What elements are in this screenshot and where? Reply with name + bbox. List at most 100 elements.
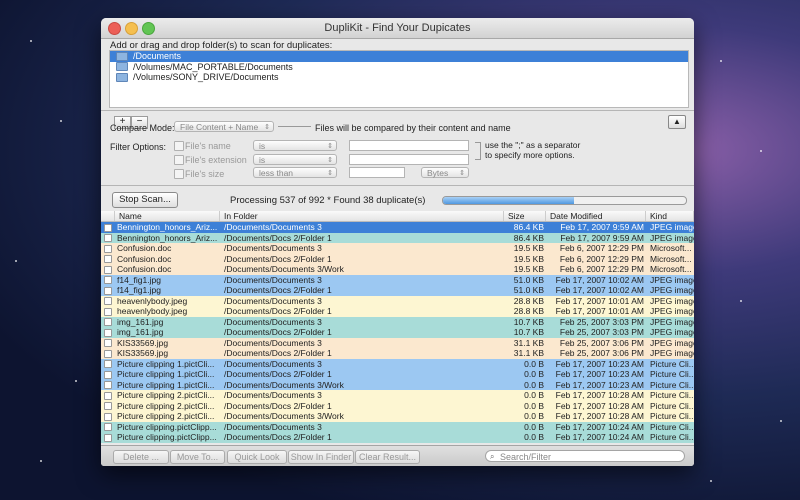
row-checkbox[interactable] (101, 317, 115, 328)
table-row[interactable]: f14_fig1.jpg/Documents/Documents 3 51.0 K… (101, 274, 694, 286)
checkbox[interactable] (104, 349, 112, 358)
folder-cell: /Documents/Documents 3/Work (224, 379, 344, 390)
zoom-window-button[interactable] (142, 22, 155, 35)
folder-column-header[interactable]: In Folder (220, 211, 504, 221)
close-window-button[interactable] (108, 22, 121, 35)
checkbox[interactable] (104, 297, 112, 305)
row-checkbox[interactable] (101, 327, 115, 338)
row-checkbox[interactable] (101, 254, 115, 265)
filename-operator-select[interactable]: is ⇕ (253, 140, 337, 151)
quick-look-button[interactable]: Quick Look (227, 450, 287, 464)
table-row[interactable]: heavenlybody.jpeg/Documents/Documents 3 2… (101, 295, 694, 307)
row-checkbox[interactable] (101, 422, 115, 433)
name-column-header[interactable]: Name (115, 211, 220, 221)
stop-scan-button[interactable]: Stop Scan... (112, 192, 178, 208)
row-checkbox[interactable] (101, 285, 115, 296)
collapse-button[interactable]: ▲ (668, 115, 686, 129)
size-unit-select[interactable]: Bytes ⇕ (421, 167, 469, 178)
extension-field[interactable] (349, 154, 469, 165)
checkbox[interactable] (104, 370, 112, 379)
date-column-header[interactable]: Date Modified (546, 211, 646, 221)
table-row[interactable]: heavenlybody.jpeg/Documents/Docs 2/Folde… (101, 306, 694, 317)
table-row[interactable]: f14_fig1.jpg/Documents/Docs 2/Folder 1 51… (101, 285, 694, 296)
row-checkbox[interactable] (101, 243, 115, 254)
table-row[interactable]: Picture clipping.pictClipp... /Documents/… (101, 421, 694, 433)
table-row[interactable]: Confusion.doc/Documents/Documents 3 19.5 … (101, 243, 694, 254)
checkbox[interactable] (104, 265, 112, 274)
size-column-header[interactable]: Size (504, 211, 546, 221)
checkbox[interactable] (104, 318, 112, 326)
row-checkbox[interactable] (101, 390, 115, 401)
row-checkbox[interactable] (101, 432, 115, 443)
row-checkbox[interactable] (101, 380, 115, 391)
table-row[interactable]: Picture clipping 2.pictCli... /Documents/… (101, 400, 694, 412)
show-in-finder-button[interactable]: Show In Finder (288, 450, 354, 464)
table-row[interactable]: img_161.jpg/Documents/Docs 2/Folder 1 10.… (101, 327, 694, 338)
row-checkbox[interactable] (101, 359, 115, 370)
row-checkbox[interactable] (101, 369, 115, 380)
size-field[interactable] (349, 167, 405, 178)
kind-column-header[interactable]: Kind (646, 211, 694, 221)
row-checkbox[interactable] (101, 222, 115, 233)
filename-field[interactable] (349, 140, 469, 151)
checkbox[interactable] (104, 223, 112, 232)
compare-mode-label: Compare Mode: (110, 123, 175, 133)
row-checkbox[interactable] (101, 275, 115, 286)
delete-button[interactable]: Delete ... (113, 450, 169, 464)
file-name-cell: Picture clipping.pictClipp... (117, 432, 217, 442)
row-checkbox[interactable] (101, 348, 115, 359)
checkbox[interactable] (104, 328, 112, 337)
checkbox[interactable] (104, 234, 112, 242)
table-row[interactable]: Bennington_honors_Ariz... /Documents/Docs… (101, 232, 694, 244)
table-row[interactable]: Picture clipping 2.pictCli... /Documents/… (101, 411, 694, 422)
search-field[interactable]: ⌕ Search/Filter (485, 450, 685, 462)
checkbox[interactable] (104, 286, 112, 295)
size-checkbox[interactable] (174, 169, 184, 179)
row-checkbox[interactable] (101, 338, 115, 349)
table-row[interactable]: Bennington_honors_Ariz... /Documents/Docu… (101, 222, 694, 233)
checkbox[interactable] (104, 255, 112, 263)
move-to-button[interactable]: Move To... (170, 450, 225, 464)
checkbox-column-header[interactable] (101, 211, 115, 221)
row-checkbox[interactable] (101, 401, 115, 412)
folder-item[interactable]: /Documents (110, 51, 688, 62)
table-row[interactable]: Confusion.doc/Documents/Documents 3/Work… (101, 264, 694, 275)
checkbox[interactable] (104, 412, 112, 421)
checkbox[interactable] (104, 433, 112, 442)
table-row[interactable]: Picture clipping.pictClipp... /Documents/… (101, 432, 694, 443)
row-checkbox[interactable] (101, 306, 115, 317)
row-checkbox[interactable] (101, 233, 115, 244)
filename-checkbox[interactable] (174, 141, 184, 151)
folder-item[interactable]: /Volumes/SONY_DRIVE/Documents (110, 72, 688, 83)
extension-operator-select[interactable]: is ⇕ (253, 154, 337, 165)
table-row[interactable]: Picture clipping 1.pictCli... /Documents/… (101, 379, 694, 391)
folder-item[interactable]: /Volumes/MAC_PORTABLE/Documents (110, 62, 688, 73)
clear-result-button[interactable]: Clear Result... (355, 450, 420, 464)
table-row[interactable]: Picture clipping 1.pictCli... /Documents/… (101, 369, 694, 380)
checkbox[interactable] (104, 307, 112, 316)
table-row[interactable]: KIS33569.jpg/Documents/Documents 3 31.1 K… (101, 337, 694, 349)
table-row[interactable]: KIS33569.jpg/Documents/Docs 2/Folder 1 31… (101, 348, 694, 359)
table-row[interactable]: Picture clipping 1.pictCli... /Documents/… (101, 358, 694, 370)
minimize-window-button[interactable] (125, 22, 138, 35)
extension-checkbox[interactable] (174, 155, 184, 165)
results-table[interactable]: Name In Folder Size Date Modified Kind B… (101, 211, 694, 443)
table-row[interactable]: Picture clipping 2.pictCli... /Documents/… (101, 390, 694, 401)
checkbox[interactable] (104, 391, 112, 400)
checkbox[interactable] (104, 244, 112, 253)
row-checkbox[interactable] (101, 296, 115, 307)
row-checkbox[interactable] (101, 411, 115, 422)
folder-list[interactable]: /Documents /Volumes/MAC_PORTABLE/Documen… (109, 50, 689, 108)
checkbox[interactable] (104, 276, 112, 284)
date-cell: Feb 17, 2007 10:24 AM (555, 421, 644, 432)
checkbox[interactable] (104, 402, 112, 410)
size-operator-select[interactable]: less than ⇕ (253, 167, 337, 178)
compare-mode-select[interactable]: File Content + Name ⇕ (174, 121, 274, 132)
table-row[interactable]: Confusion.doc/Documents/Docs 2/Folder 1 1… (101, 253, 694, 265)
checkbox[interactable] (104, 381, 112, 389)
checkbox[interactable] (104, 423, 112, 431)
checkbox[interactable] (104, 360, 112, 368)
table-row[interactable]: img_161.jpg/Documents/Documents 3 10.7 KB… (101, 316, 694, 328)
row-checkbox[interactable] (101, 264, 115, 275)
checkbox[interactable] (104, 339, 112, 347)
